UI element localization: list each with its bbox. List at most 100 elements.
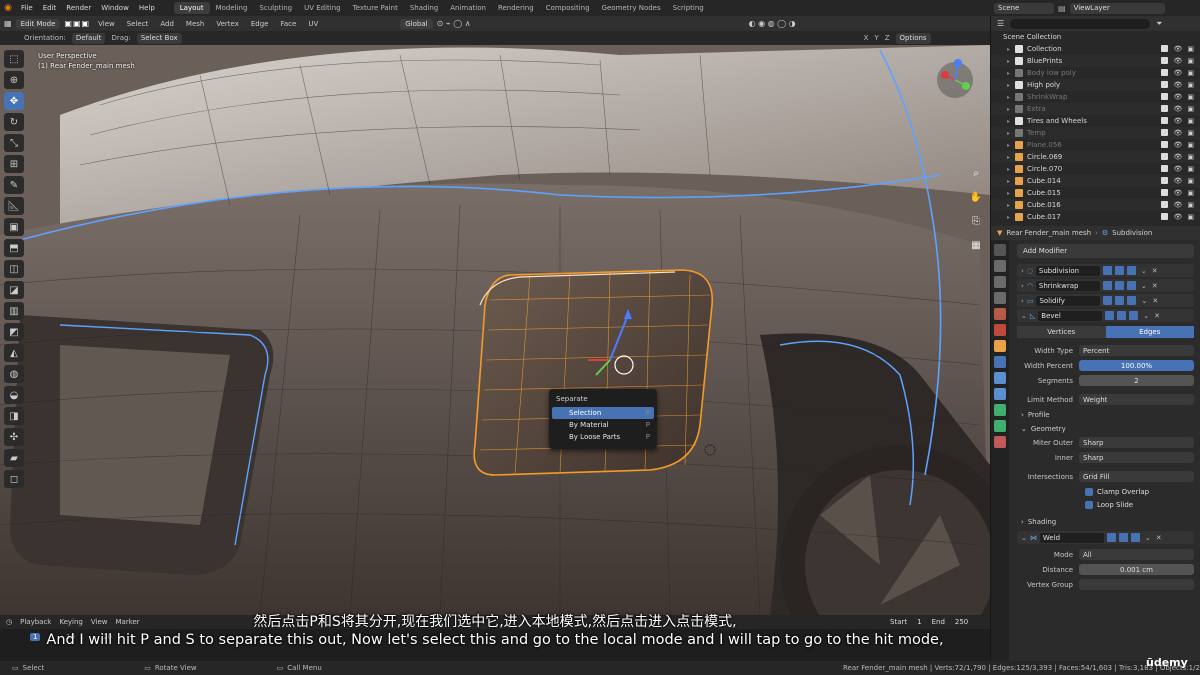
zoom-icon[interactable]: ⌕ (968, 165, 984, 181)
expand-arrow-icon[interactable]: ▸ (1007, 142, 1010, 149)
eye-icon[interactable]: 👁︎ (1173, 93, 1182, 101)
exclude-checkbox[interactable] (1161, 93, 1169, 100)
filter-icon[interactable]: ⏷ (1156, 19, 1162, 29)
visibility-toggles[interactable]: 👁︎ ▣ (1161, 213, 1194, 221)
select-box-icon[interactable]: ⬚ (4, 50, 24, 68)
view-layer-tab-icon[interactable] (994, 292, 1006, 304)
outliner-item[interactable]: ▸ BluePrints 👁︎ ▣ (991, 55, 1200, 67)
exclude-checkbox[interactable] (1161, 117, 1169, 124)
knife-icon[interactable]: ◩ (4, 323, 24, 341)
snap-icon[interactable]: ⊙ ⌁ ◯ ∧ (437, 19, 471, 28)
render-toggle[interactable] (1126, 281, 1136, 290)
axis-y[interactable]: Y (874, 34, 878, 42)
tab-uv-editing[interactable]: UV Editing (298, 2, 347, 14)
extrude-icon[interactable]: ⬒ (4, 239, 24, 257)
width-type-dropdown[interactable]: Percent (1079, 345, 1194, 356)
camera-render-icon[interactable]: ▣ (1187, 129, 1194, 137)
pan-hand-icon[interactable]: ✋ (968, 189, 984, 205)
camera-render-icon[interactable]: ▣ (1187, 177, 1194, 185)
drag-dropdown[interactable]: Select Box (136, 32, 182, 44)
bevel-icon[interactable]: ◪ (4, 281, 24, 299)
outliner-item[interactable]: ▸ High poly 👁︎ ▣ (991, 79, 1200, 91)
edit-mode-toggle[interactable] (1102, 266, 1112, 275)
camera-render-icon[interactable]: ▣ (1187, 165, 1194, 173)
camera-render-icon[interactable]: ▣ (1187, 153, 1194, 161)
collapse-arrow-icon[interactable]: ⌄ (1021, 312, 1027, 320)
expand-arrow-icon[interactable]: ▸ (1007, 106, 1010, 113)
vertices-tab[interactable]: Vertices (1017, 326, 1106, 338)
expand-arrow-icon[interactable]: ▸ (1007, 130, 1010, 137)
expand-arrow-icon[interactable]: ▸ (1007, 214, 1010, 221)
visibility-toggles[interactable]: 👁︎ ▣ (1161, 81, 1194, 89)
visibility-toggles[interactable]: 👁︎ ▣ (1161, 45, 1194, 53)
outliner-item[interactable]: ▸ Circle.069 👁︎ ▣ (991, 151, 1200, 163)
edges-tab[interactable]: Edges (1105, 326, 1194, 338)
vertex-group-field[interactable] (1079, 579, 1194, 590)
width-percent-field[interactable]: 100.00% (1079, 360, 1194, 371)
menu-help[interactable]: Help (134, 4, 160, 12)
eye-icon[interactable]: 👁︎ (1173, 129, 1182, 137)
eye-icon[interactable]: 👁︎ (1173, 153, 1182, 161)
mode-dropdown[interactable]: Edit Mode (15, 18, 61, 29)
3d-viewport[interactable]: User Perspective (1) Rear Fender_main me… (0, 45, 990, 615)
modifier-name-field[interactable]: Subdivision (1035, 265, 1100, 276)
expand-arrow-icon[interactable]: ▸ (1007, 202, 1010, 209)
rip-icon[interactable]: ◻ (4, 470, 24, 488)
clamp-overlap-checkbox[interactable] (1085, 487, 1093, 496)
blender-logo-icon[interactable]: ◉ (0, 0, 16, 16)
modifier-subdivision[interactable]: › ◌ Subdivision ⌄ ✕ (1017, 264, 1194, 277)
outliner-item[interactable]: ▸ Temp 👁︎ ▣ (991, 127, 1200, 139)
menu-file[interactable]: File (16, 4, 38, 12)
inset-icon[interactable]: ◫ (4, 260, 24, 278)
eye-icon[interactable]: 👁︎ (1173, 201, 1182, 209)
expand-arrow-icon[interactable]: ▸ (1007, 166, 1010, 173)
outliner-item[interactable]: ▸ Body low poly 👁︎ ▣ (991, 67, 1200, 79)
tab-modeling[interactable]: Modeling (210, 2, 254, 14)
scale-icon[interactable]: ⤡ (4, 134, 24, 152)
modifier-name-field[interactable]: Bevel (1038, 310, 1103, 321)
visibility-toggles[interactable]: 👁︎ ▣ (1161, 141, 1194, 149)
expand-arrow-icon[interactable]: ▸ (1007, 82, 1010, 89)
segments-field[interactable]: 2 (1079, 375, 1194, 386)
miter-outer-dropdown[interactable]: Sharp (1079, 437, 1194, 448)
tab-texture-paint[interactable]: Texture Paint (347, 2, 404, 14)
dropdown-icon[interactable]: ⌄ (1143, 312, 1149, 320)
exclude-checkbox[interactable] (1161, 189, 1169, 196)
shrink-fatten-icon[interactable]: ✣ (4, 428, 24, 446)
tab-compositing[interactable]: Compositing (540, 2, 596, 14)
eye-icon[interactable]: 👁︎ (1173, 165, 1182, 173)
menu-edit[interactable]: Edit (38, 4, 62, 12)
modifier-name-field[interactable]: Shrinkwrap (1035, 280, 1100, 291)
exclude-checkbox[interactable] (1161, 153, 1169, 160)
exclude-checkbox[interactable] (1161, 165, 1169, 172)
scene-field[interactable]: Scene (994, 2, 1054, 14)
scene-tab-icon[interactable] (994, 308, 1006, 320)
eye-icon[interactable]: 👁︎ (1173, 105, 1182, 113)
expand-arrow-icon[interactable]: › (1021, 267, 1024, 275)
grid-icon[interactable]: ▦ (968, 237, 984, 253)
remove-modifier-icon[interactable]: ✕ (1152, 282, 1158, 290)
remove-modifier-icon[interactable]: ✕ (1154, 312, 1160, 320)
exclude-checkbox[interactable] (1161, 105, 1169, 112)
menu-window[interactable]: Window (96, 4, 134, 12)
menu-select[interactable]: Select (123, 20, 153, 28)
smooth-icon[interactable]: ◒ (4, 386, 24, 404)
particles-tab-icon[interactable] (994, 372, 1006, 384)
editor-type-icon[interactable]: ▦ (4, 19, 12, 28)
camera-render-icon[interactable]: ▣ (1187, 189, 1194, 197)
axis-x[interactable]: X (864, 34, 869, 42)
exclude-checkbox[interactable] (1161, 213, 1169, 220)
menu-edge[interactable]: Edge (247, 20, 273, 28)
data-tab-icon[interactable] (994, 420, 1006, 432)
shading-section[interactable]: › Shading (1017, 515, 1194, 529)
exclude-checkbox[interactable] (1161, 57, 1169, 64)
menu-add[interactable]: Add (156, 20, 178, 28)
tab-geometry-nodes[interactable]: Geometry Nodes (596, 2, 667, 14)
modifier-name-field[interactable]: Solidify (1036, 295, 1101, 306)
poly-build-icon[interactable]: ◭ (4, 344, 24, 362)
remove-modifier-icon[interactable]: ✕ (1152, 297, 1158, 305)
cursor-icon[interactable]: ⊕ (4, 71, 24, 89)
viewport-toggle[interactable] (1118, 533, 1128, 542)
render-toggle[interactable] (1129, 311, 1139, 320)
outliner-editor-icon[interactable]: ☰ (997, 19, 1004, 28)
